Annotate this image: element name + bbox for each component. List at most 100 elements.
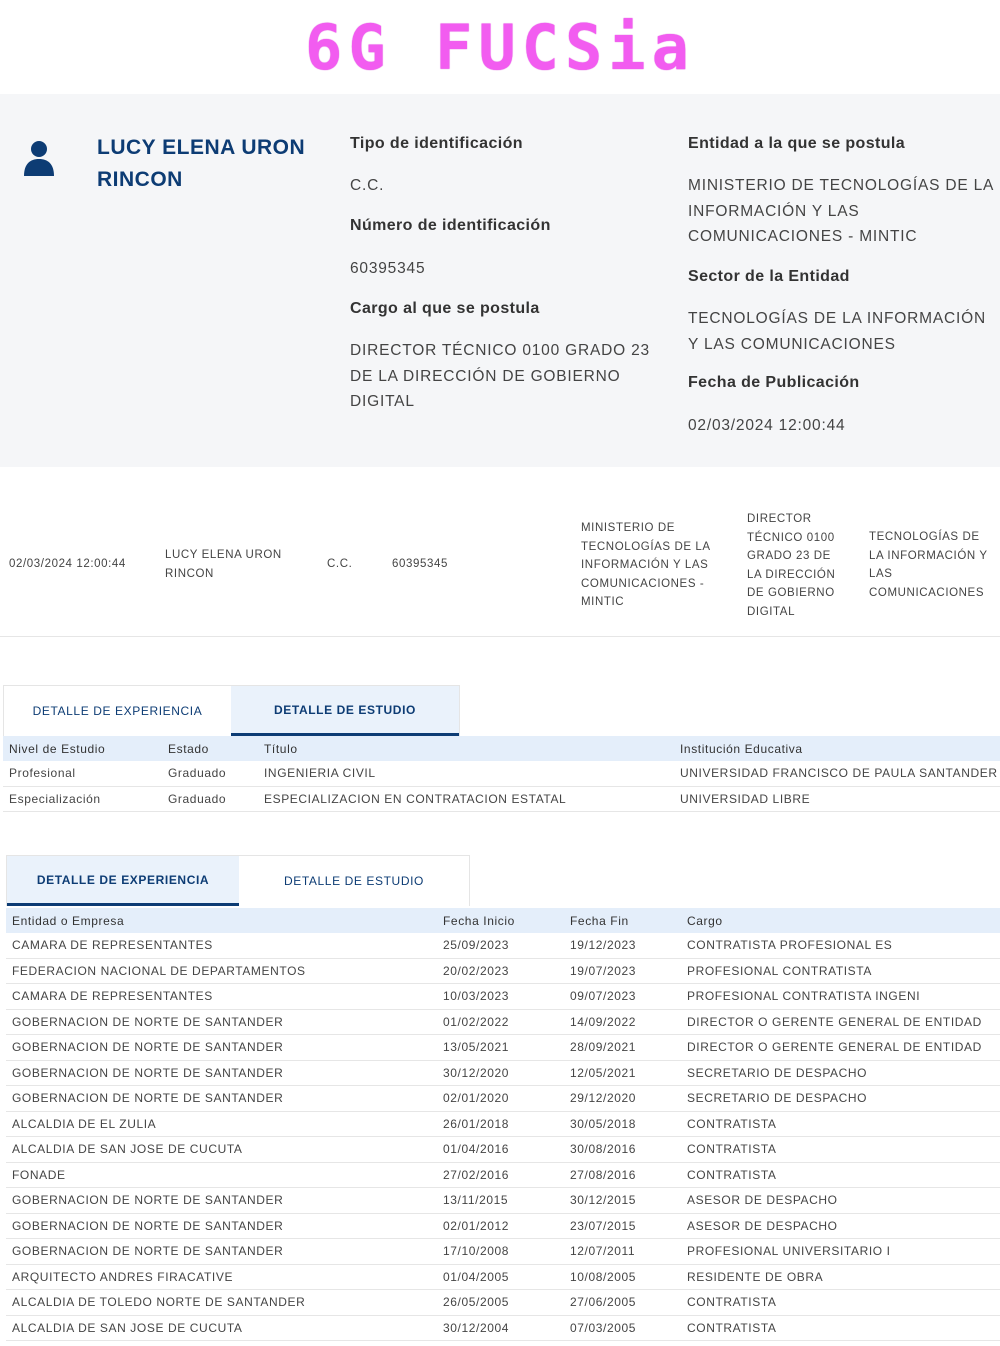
table-cell: CONTRATISTA <box>681 1315 1000 1341</box>
table-cell: ASESOR DE DESPACHO <box>681 1187 1000 1214</box>
column-header[interactable]: Fecha Inicio <box>437 908 564 933</box>
table-cell: 27/08/2016 <box>564 1162 681 1188</box>
table-cell: 12/05/2021 <box>564 1060 681 1086</box>
table-cell: 30/05/2018 <box>564 1111 681 1137</box>
column-header[interactable]: Nivel de Estudio <box>3 736 162 761</box>
tab-study[interactable]: DETALLE DE ESTUDIO <box>231 686 459 736</box>
table-cell: SECRETARIO DE DESPACHO <box>681 1060 1000 1086</box>
experience-row[interactable]: GOBERNACION DE NORTE DE SANTANDER 01/02/2… <box>6 1009 1000 1035</box>
column-header[interactable]: Institución Educativa <box>674 736 1000 761</box>
position-label: Cargo al que se postula <box>350 300 540 317</box>
column-header[interactable]: Entidad o Empresa <box>6 908 437 933</box>
table-cell: ESPECIALIZACION EN CONTRATACION ESTATAL <box>258 786 674 812</box>
entity-value: MINISTERIO DE TECNOLOGÍAS DE LA INFORMAC… <box>688 177 994 245</box>
study-row[interactable]: Profesional Graduado INGENIERIA CIVIL UNIVE… <box>3 761 1000 787</box>
table-cell: 30/12/2020 <box>437 1060 564 1086</box>
table-cell: 02/01/2012 <box>437 1213 564 1239</box>
experience-row[interactable]: ALCALDIA DE SAN JOSE DE CUCUTA 01/04/2016… <box>6 1136 1000 1163</box>
experience-row[interactable]: ALCALDIA DE EL ZULIA 26/01/2018 30/05/2018… <box>6 1111 1000 1137</box>
table-cell: SECRETARIO DE DESPACHO <box>681 1085 1000 1112</box>
table-cell: 26/05/2005 <box>437 1289 564 1316</box>
user-icon <box>24 141 54 176</box>
column-header[interactable]: Estado <box>162 736 258 761</box>
tabs-experience-section: DETALLE DE EXPERIENCIA DETALLE DE ESTUDI… <box>6 855 470 906</box>
table-cell: CONTRATISTA PROFESIONAL ES <box>681 933 1000 959</box>
tabs-study-section: DETALLE DE EXPERIENCIA DETALLE DE ESTUDI… <box>3 685 460 736</box>
experience-row[interactable]: GOBERNACION DE NORTE DE SANTANDER 13/05/2… <box>6 1034 1000 1061</box>
summary-id-number: 60395345 <box>392 558 448 570</box>
table-cell: GOBERNACION DE NORTE DE SANTANDER <box>6 1238 437 1265</box>
table-cell: ALCALDIA DE TOLEDO NORTE DE SANTANDER <box>6 1289 437 1316</box>
table-cell: ALCALDIA DE SAN JOSE DE CUCUTA <box>6 1315 437 1341</box>
table-cell: CONTRATISTA <box>681 1136 1000 1163</box>
table-cell: ASESOR DE DESPACHO <box>681 1213 1000 1239</box>
table-cell: INGENIERIA CIVIL <box>258 761 674 787</box>
table-cell: FONADE <box>6 1162 437 1188</box>
table-cell: ALCALDIA DE SAN JOSE DE CUCUTA <box>6 1136 437 1163</box>
id-type-value: C.C. <box>350 177 385 194</box>
table-cell: Graduado <box>162 761 258 787</box>
tab-experience[interactable]: DETALLE DE EXPERIENCIA <box>4 686 231 736</box>
table-cell: 27/06/2005 <box>564 1289 681 1316</box>
table-cell: 30/12/2004 <box>437 1315 564 1341</box>
table-cell: GOBERNACION DE NORTE DE SANTANDER <box>6 1213 437 1239</box>
experience-row[interactable]: ALCALDIA DE TOLEDO NORTE DE SANTANDER 26/… <box>6 1289 1000 1316</box>
table-cell: GOBERNACION DE NORTE DE SANTANDER <box>6 1085 437 1112</box>
table-cell: 30/12/2015 <box>564 1187 681 1214</box>
experience-row[interactable]: GOBERNACION DE NORTE DE SANTANDER 30/12/2… <box>6 1060 1000 1086</box>
experience-row[interactable]: ARQUITECTO ANDRES FIRACATIVE 01/04/2005 10… <box>6 1264 1000 1290</box>
tab-experience[interactable]: DETALLE DE EXPERIENCIA <box>7 856 239 906</box>
table-cell: CAMARA DE REPRESENTANTES <box>6 983 437 1010</box>
experience-row[interactable]: GOBERNACION DE NORTE DE SANTANDER 02/01/2… <box>6 1213 1000 1239</box>
table-cell: GOBERNACION DE NORTE DE SANTANDER <box>6 1060 437 1086</box>
brand-logo: 6G FUCSia <box>0 0 1000 94</box>
sector-value: TECNOLOGÍAS DE LA INFORMACIÓN Y LAS COMU… <box>688 310 986 353</box>
column-header[interactable]: Fecha Fin <box>564 908 681 933</box>
table-cell: 27/02/2016 <box>437 1162 564 1188</box>
experience-row[interactable]: FEDERACION NACIONAL DE DEPARTAMENTOS 20/0… <box>6 958 1000 984</box>
table-cell: RESIDENTE DE OBRA <box>681 1264 1000 1290</box>
table-cell: Profesional <box>3 761 162 787</box>
experience-row[interactable]: CAMARA DE REPRESENTANTES 10/03/2023 09/07/… <box>6 983 1000 1010</box>
table-cell: Graduado <box>162 786 258 812</box>
table-cell: 13/05/2021 <box>437 1034 564 1061</box>
table-cell: FEDERACION NACIONAL DE DEPARTAMENTOS <box>6 958 437 984</box>
table-cell: 29/12/2020 <box>564 1085 681 1112</box>
table-cell: 30/08/2016 <box>564 1136 681 1163</box>
experience-row[interactable]: FONADE 27/02/2016 27/08/2016 CONTRATISTA <box>6 1162 1000 1188</box>
study-row[interactable]: Especialización Graduado ESPECIALIZACION E… <box>3 786 1000 812</box>
summary-entity: MINISTERIO DE TECNOLOGÍAS DE LA INFORMAC… <box>581 522 711 608</box>
table-cell: CONTRATISTA <box>681 1111 1000 1137</box>
table-cell: 17/10/2008 <box>437 1238 564 1265</box>
table-cell: CONTRATISTA <box>681 1162 1000 1188</box>
table-cell: 28/09/2021 <box>564 1034 681 1061</box>
experience-row[interactable]: GOBERNACION DE NORTE DE SANTANDER 17/10/2… <box>6 1238 1000 1265</box>
candidate-name: LUCY ELENA URON RINCON <box>97 136 306 191</box>
summary-position: DIRECTOR TÉCNICO 0100 GRADO 23 DE LA DIR… <box>747 513 836 618</box>
table-cell: PROFESIONAL CONTRATISTA <box>681 958 1000 984</box>
summary-date: 02/03/2024 12:00:44 <box>9 558 126 570</box>
table-cell: 25/09/2023 <box>437 933 564 959</box>
table-cell: 09/07/2023 <box>564 983 681 1010</box>
tab-study[interactable]: DETALLE DE ESTUDIO <box>239 856 469 906</box>
table-cell: 19/12/2023 <box>564 933 681 959</box>
summary-row[interactable]: 02/03/2024 12:00:44 LUCY ELENA URON RINC… <box>0 500 1000 637</box>
summary-sector: TECNOLOGÍAS DE LA INFORMACIÓN Y LAS COMU… <box>869 531 988 599</box>
table-cell: UNIVERSIDAD LIBRE <box>674 786 1000 812</box>
experience-row[interactable]: GOBERNACION DE NORTE DE SANTANDER 13/11/2… <box>6 1187 1000 1214</box>
table-cell: UNIVERSIDAD FRANCISCO DE PAULA SANTANDER <box>674 761 1000 787</box>
experience-row[interactable]: GOBERNACION DE NORTE DE SANTANDER 02/01/2… <box>6 1085 1000 1112</box>
table-cell: 01/04/2005 <box>437 1264 564 1290</box>
experience-table: Entidad o Empresa Fecha Inicio Fecha Fin Ca… <box>6 908 1000 1341</box>
table-cell: 01/04/2016 <box>437 1136 564 1163</box>
experience-row[interactable]: CAMARA DE REPRESENTANTES 25/09/2023 19/12/… <box>6 933 1000 959</box>
experience-row[interactable]: ALCALDIA DE SAN JOSE DE CUCUTA 30/12/2004… <box>6 1315 1000 1341</box>
summary-name: LUCY ELENA URON RINCON <box>165 549 282 580</box>
entity-label: Entidad a la que se postula <box>688 135 906 152</box>
table-cell: ALCALDIA DE EL ZULIA <box>6 1111 437 1137</box>
table-cell: 14/09/2022 <box>564 1009 681 1035</box>
table-cell: 10/08/2005 <box>564 1264 681 1290</box>
table-cell: CONTRATISTA <box>681 1289 1000 1316</box>
column-header[interactable]: Título <box>258 736 674 761</box>
column-header[interactable]: Cargo <box>681 908 1000 933</box>
